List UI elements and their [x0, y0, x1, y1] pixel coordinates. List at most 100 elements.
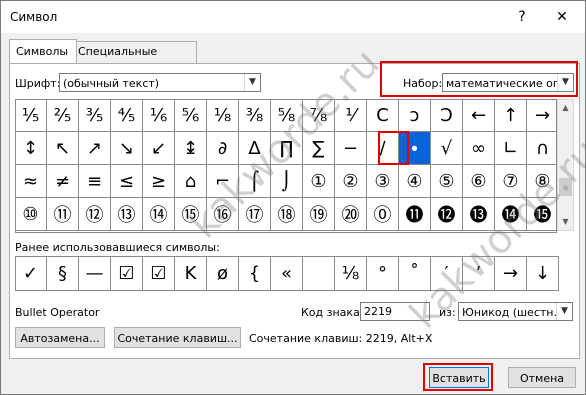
symbol-cell[interactable]: ≥ [143, 165, 175, 198]
insert-button[interactable]: Вставить [429, 367, 489, 388]
symbol-cell[interactable]: ⑭ [143, 198, 175, 231]
symbol-cell[interactable]: ∂ [207, 132, 239, 165]
symbol-cell[interactable]: ⅝ [271, 100, 303, 132]
symbol-cell[interactable]: ≤ [111, 165, 143, 198]
recent-symbol-cell[interactable]: ′ [431, 257, 463, 290]
symbol-cell[interactable]: ↕ [16, 132, 47, 165]
symbol-cell[interactable]: ↑ [495, 100, 527, 132]
subset-select[interactable]: математические опер ▼ [442, 73, 574, 92]
chevron-down-icon[interactable]: ▼ [557, 74, 573, 91]
symbol-cell[interactable]: ⓫ [399, 198, 431, 231]
symbol-cell[interactable]: ① [303, 165, 335, 198]
char-code-input[interactable]: 2219 [360, 302, 430, 321]
symbol-cell[interactable]: ⓬ [431, 198, 463, 231]
scroll-down-icon[interactable]: ▼ [558, 214, 573, 230]
symbol-cell[interactable]: − [335, 132, 367, 165]
symbol-cell[interactable]: → [527, 100, 556, 132]
symbol-cell[interactable]: ⑳ [335, 198, 367, 231]
font-select[interactable]: (обычный текст) ▼ [59, 73, 261, 92]
recent-symbol-cell[interactable]: ✓ [16, 257, 47, 290]
symbol-cell[interactable]: ⑧ [527, 165, 556, 198]
symbol-cell[interactable]: ∏ [271, 132, 303, 165]
symbol-cell[interactable]: ⑤ [431, 165, 463, 198]
symbol-cell[interactable]: ∆ [239, 132, 271, 165]
symbol-cell[interactable]: ⌐ [207, 165, 239, 198]
symbol-cell[interactable]: ⑮ [175, 198, 207, 231]
symbol-cell[interactable]: ↖ [47, 132, 79, 165]
symbol-cell[interactable]: ⑰ [239, 198, 271, 231]
symbol-cell[interactable]: ≠ [47, 165, 79, 198]
recent-symbol-cell[interactable]: → [495, 257, 527, 290]
symbol-cell[interactable]: ∙ [399, 132, 431, 165]
symbol-cell[interactable]: ⓮ [495, 198, 527, 231]
symbol-cell[interactable]: ⅘ [111, 100, 143, 132]
recent-symbol-cell[interactable]: ’ [463, 257, 495, 290]
close-button[interactable]: ✕ [548, 5, 576, 29]
symbol-cell[interactable]: ⓪ [367, 198, 399, 231]
tab-symbols[interactable]: Символы [9, 39, 77, 63]
symbol-cell[interactable]: ⅛ [207, 100, 239, 132]
symbol-cell[interactable]: ⑲ [303, 198, 335, 231]
symbol-cell[interactable]: ⑯ [207, 198, 239, 231]
symbol-cell[interactable]: ↗ [79, 132, 111, 165]
symbol-cell[interactable]: ④ [399, 165, 431, 198]
scroll-up-icon[interactable]: ▲ [558, 100, 573, 116]
symbol-cell[interactable]: ⅜ [239, 100, 271, 132]
symbol-grid-scrollbar[interactable]: ▲ ▼ [557, 99, 574, 231]
recent-symbol-cell[interactable] [303, 257, 335, 290]
symbol-cell[interactable]: ≈ [16, 165, 47, 198]
symbol-cell[interactable]: ∕ [367, 132, 399, 165]
recent-symbol-cell[interactable]: ø [207, 257, 239, 290]
autocorrect-button[interactable]: Автозамена... [15, 327, 105, 348]
symbol-cell[interactable]: ∞ [463, 132, 495, 165]
recent-symbol-cell[interactable]: ↓ [527, 257, 558, 290]
recent-symbol-cell[interactable]: ☑ [143, 257, 175, 290]
symbol-cell[interactable]: ⅟ [335, 100, 367, 132]
symbol-cell[interactable]: ∑ [303, 132, 335, 165]
cancel-button[interactable]: Отмена [508, 367, 576, 388]
symbol-cell[interactable]: ⅗ [79, 100, 111, 132]
recent-symbol-cell[interactable]: ˚ [399, 257, 431, 290]
recent-symbol-cell[interactable]: ☑ [111, 257, 143, 290]
chevron-down-icon[interactable]: ▼ [556, 303, 572, 320]
tab-special-characters[interactable]: Специальные знаки [71, 41, 197, 78]
symbol-cell[interactable]: ⑬ [111, 198, 143, 231]
symbol-cell[interactable]: ↄ [399, 100, 431, 132]
recent-symbol-cell[interactable]: — [79, 257, 111, 290]
symbol-cell[interactable]: ⑫ [79, 198, 111, 231]
symbol-cell[interactable]: ↨ [175, 132, 207, 165]
recent-symbol-cell[interactable]: « [271, 257, 303, 290]
symbol-cell[interactable]: ↘ [111, 132, 143, 165]
from-select[interactable]: Юникод (шестн.) ▼ [458, 302, 573, 321]
symbol-cell[interactable]: Ⅽ [367, 100, 399, 132]
symbol-cell[interactable]: ← [463, 100, 495, 132]
symbol-cell[interactable]: ∩ [527, 132, 556, 165]
symbol-cell[interactable]: Ↄ [431, 100, 463, 132]
shortcut-key-button[interactable]: Сочетание клавиш... [114, 327, 241, 348]
symbol-cell[interactable]: ∟ [495, 132, 527, 165]
symbol-cell[interactable]: ⅚ [175, 100, 207, 132]
symbol-cell[interactable]: ② [335, 165, 367, 198]
help-button[interactable]: ? [508, 5, 536, 29]
recent-symbol-cell[interactable]: K [175, 257, 207, 290]
symbol-cell[interactable]: ⌡ [271, 165, 303, 198]
symbol-cell[interactable]: ⑥ [463, 165, 495, 198]
recent-symbol-cell[interactable]: { [239, 257, 271, 290]
symbol-cell[interactable]: ⅖ [47, 100, 79, 132]
symbol-cell[interactable]: ⌂ [175, 165, 207, 198]
symbol-cell[interactable]: ⑱ [271, 198, 303, 231]
symbol-cell[interactable]: ⓭ [463, 198, 495, 231]
symbol-cell[interactable]: ⅕ [16, 100, 47, 132]
scroll-thumb[interactable] [559, 178, 572, 196]
symbol-cell[interactable]: √ [431, 132, 463, 165]
chevron-down-icon[interactable]: ▼ [244, 74, 260, 91]
symbol-cell[interactable]: ③ [367, 165, 399, 198]
symbol-cell[interactable]: ⌠ [239, 165, 271, 198]
symbol-cell[interactable]: ⑦ [495, 165, 527, 198]
symbol-cell[interactable]: ≡ [79, 165, 111, 198]
recent-symbol-cell[interactable]: ⅛ [335, 257, 367, 290]
recent-symbol-cell[interactable]: ° [367, 257, 399, 290]
symbol-cell[interactable]: ↙ [143, 132, 175, 165]
symbol-cell[interactable]: ⅞ [303, 100, 335, 132]
symbol-cell[interactable]: ⅙ [143, 100, 175, 132]
